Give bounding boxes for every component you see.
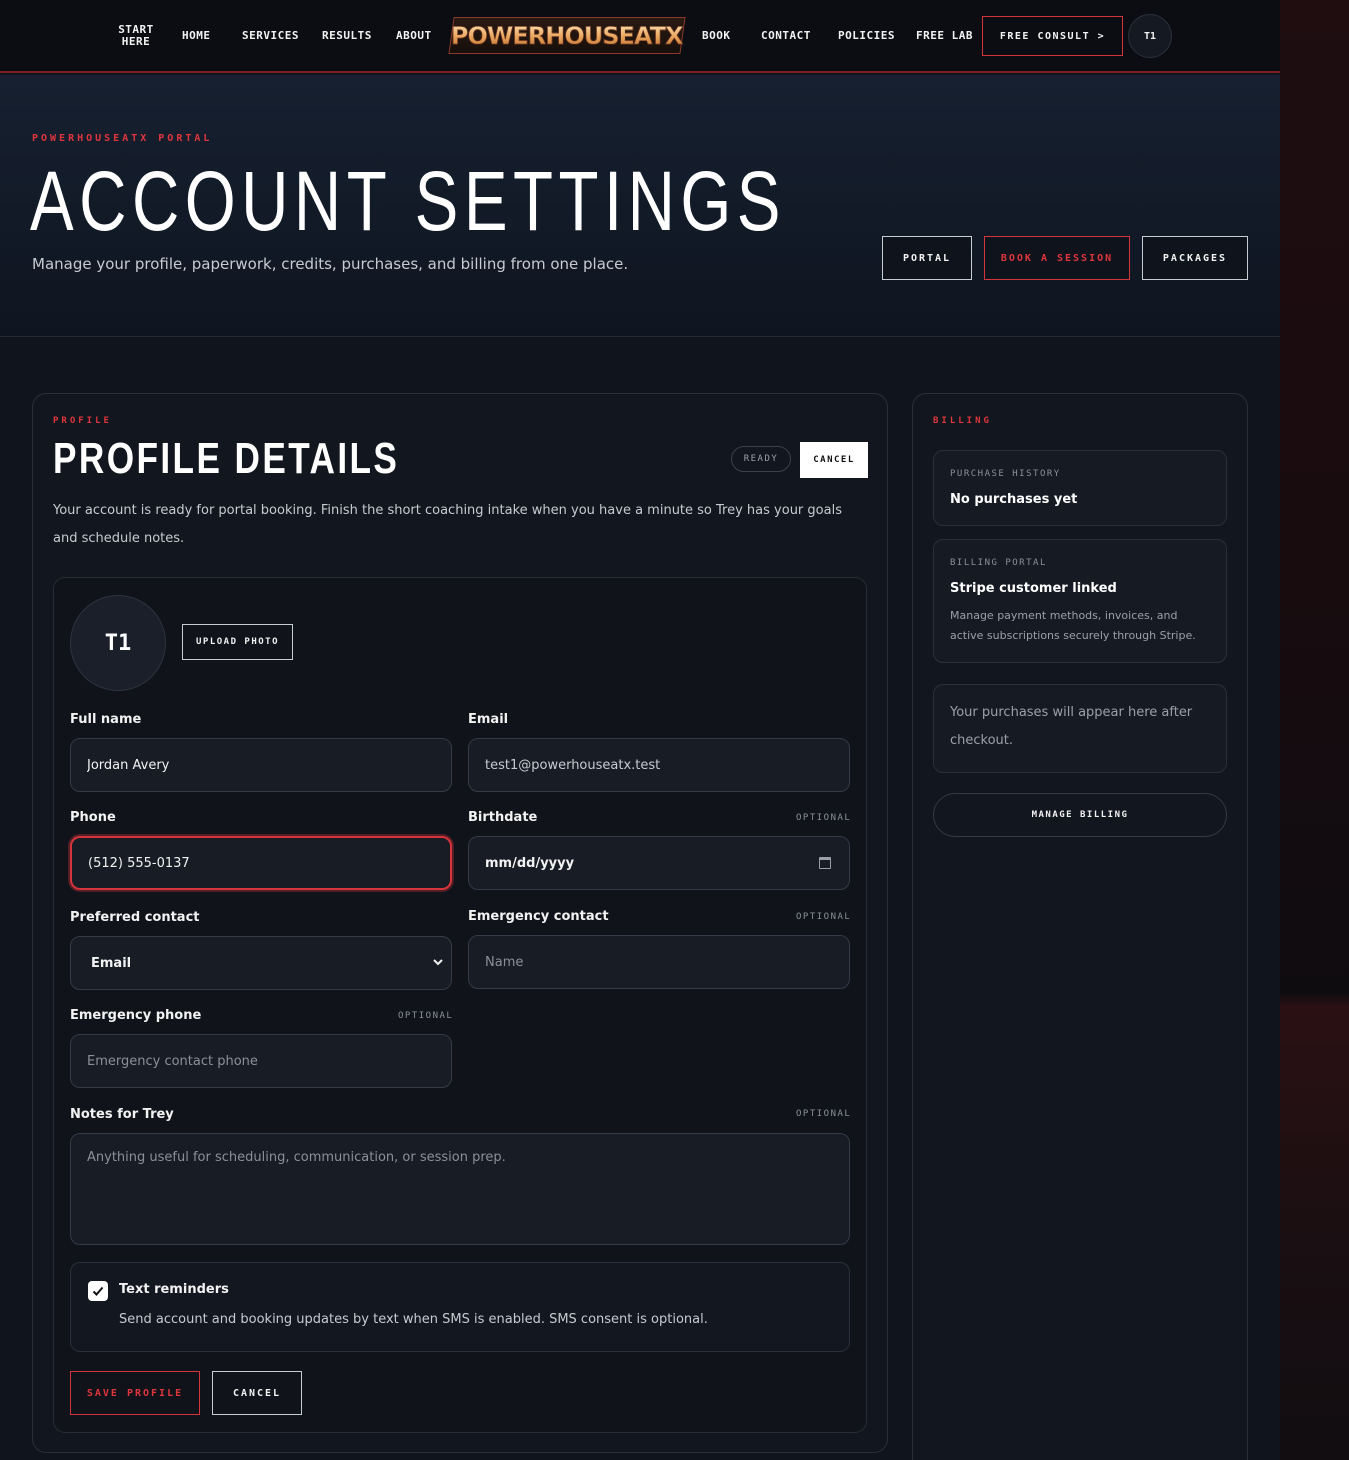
birthdate-input[interactable]: mm/dd/yyyy [468,836,850,890]
nav-free-lab[interactable]: FREE LAB [916,29,973,42]
page: START HERE HOME SERVICES RESULTS ABOUT P… [0,0,1280,1460]
billing-portal-box: BILLING PORTAL Stripe customer linked Ma… [933,539,1227,663]
manage-billing-button[interactable]: MANAGE BILLING [933,793,1227,837]
billing-portal-eyebrow: BILLING PORTAL [950,558,1047,568]
purchase-history-eyebrow: PURCHASE HISTORY [950,469,1061,479]
email-input[interactable] [468,738,850,792]
profile-form: T1 UPLOAD PHOTO Full name Email Phone Bi… [53,577,867,1433]
full-name-label: Full name [70,712,142,727]
nav-start-here-label: START HERE [118,23,154,48]
emergency-contact-input[interactable] [468,935,850,989]
billing-eyebrow: BILLING [933,416,992,426]
nav-contact[interactable]: CONTACT [761,29,811,42]
hero-eyebrow: POWERHOUSEATX PORTAL [32,133,213,144]
text-reminders-checkbox[interactable] [88,1281,108,1301]
notes-optional-tag: OPTIONAL [796,1109,852,1119]
profile-eyebrow: PROFILE [53,416,112,426]
user-avatar[interactable]: T1 [1128,14,1172,58]
emergency-contact-label: Emergency contact [468,909,609,924]
notes-label: Notes for Trey [70,1107,174,1122]
top-navigation: START HERE HOME SERVICES RESULTS ABOUT P… [0,0,1280,73]
cancel-top-button[interactable]: CANCEL [800,442,868,478]
chevron-down-icon [433,959,443,966]
profile-avatar: T1 [70,595,166,691]
upload-photo-button[interactable]: UPLOAD PHOTO [182,624,293,660]
hero: POWERHOUSEATX PORTAL ACCOUNT SETTINGS Ma… [0,75,1280,337]
preferred-contact-label: Preferred contact [70,910,200,925]
book-session-button[interactable]: BOOK A SESSION [984,236,1130,280]
text-reminders-title: Text reminders [119,1282,229,1297]
nav-services[interactable]: SERVICES [242,29,299,42]
page-title: ACCOUNT SETTINGS [30,154,786,248]
emergency-phone-input[interactable] [70,1034,452,1088]
phone-input[interactable] [70,836,452,890]
calendar-icon[interactable] [819,857,831,869]
purchase-history-title: No purchases yet [950,492,1078,507]
notes-textarea[interactable] [70,1133,850,1245]
billing-card: BILLING PURCHASE HISTORY No purchases ye… [912,393,1248,1460]
page-subtitle: Manage your profile, paperwork, credits,… [32,255,629,273]
cancel-button[interactable]: CANCEL [212,1371,302,1415]
background-strip [1280,0,1349,1460]
nav-start-here[interactable]: START HERE [118,24,154,48]
text-reminders-description: Send account and booking updates by text… [119,1312,708,1327]
check-icon [92,1286,104,1296]
nav-results[interactable]: RESULTS [322,29,372,42]
purchase-history-box: PURCHASE HISTORY No purchases yet [933,450,1227,526]
empty-purchases-note: Your purchases will appear here after ch… [933,684,1227,773]
portal-button[interactable]: PORTAL [882,236,972,280]
emergency-contact-optional-tag: OPTIONAL [796,912,852,922]
free-consult-button[interactable]: FREE CONSULT > [982,16,1123,56]
birthdate-placeholder: mm/dd/yyyy [485,855,575,871]
birthdate-label: Birthdate [468,810,538,825]
preferred-contact-select[interactable]: Email [70,936,452,990]
packages-button[interactable]: PACKAGES [1142,236,1248,280]
profile-card: PROFILE PROFILE DETAILS READY CANCEL You… [32,393,888,1453]
full-name-input[interactable] [70,738,452,792]
preferred-contact-value: Email [91,955,132,971]
profile-title: PROFILE DETAILS [53,434,400,483]
billing-portal-description: Manage payment methods, invoices, and ac… [950,609,1196,642]
emergency-phone-label: Emergency phone [70,1008,202,1023]
nav-policies[interactable]: POLICIES [838,29,895,42]
empty-purchases-text: Your purchases will appear here after ch… [950,705,1193,748]
nav-about[interactable]: ABOUT [396,29,432,42]
phone-label: Phone [70,810,116,825]
brand-logo-text: POWERHOUSEATX [451,21,683,50]
nav-home[interactable]: HOME [182,29,211,42]
emergency-phone-optional-tag: OPTIONAL [398,1011,454,1021]
status-badge: READY [731,446,791,472]
email-label: Email [468,712,509,727]
profile-intro: Your account is ready for portal booking… [53,503,842,546]
billing-portal-title: Stripe customer linked [950,581,1117,596]
nav-book[interactable]: BOOK [702,29,731,42]
text-reminders-option: Text reminders Send account and booking … [70,1262,850,1352]
save-profile-button[interactable]: SAVE PROFILE [70,1371,200,1415]
birthdate-optional-tag: OPTIONAL [796,813,852,823]
brand-logo[interactable]: POWERHOUSEATX [448,17,686,54]
